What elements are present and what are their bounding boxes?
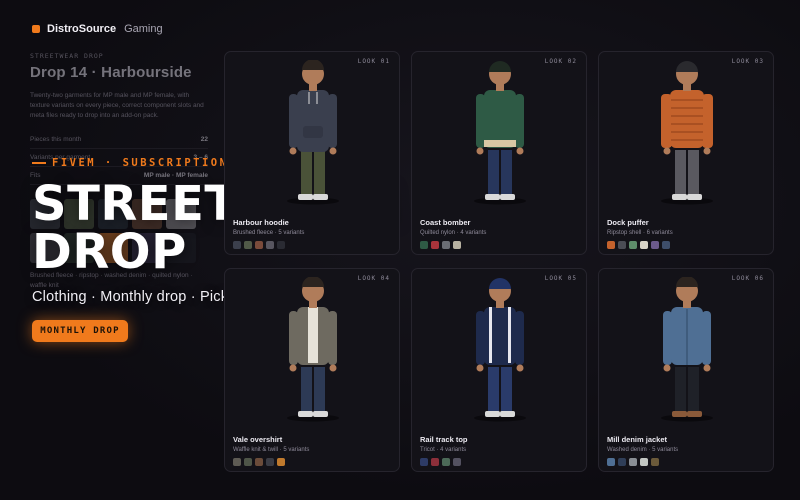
variant-swatch[interactable] [607, 458, 615, 466]
variant-swatch[interactable] [629, 458, 637, 466]
variant-swatches [420, 241, 461, 249]
variant-swatch[interactable] [431, 458, 439, 466]
variant-swatch[interactable] [651, 241, 659, 249]
variant-swatch[interactable] [442, 458, 450, 466]
garment-name: Rail track top [420, 435, 468, 444]
variant-swatch[interactable] [233, 241, 241, 249]
brand-logo-icon [32, 25, 40, 33]
stat-row: Pieces this month 22 [30, 131, 208, 149]
variant-swatch[interactable] [255, 458, 263, 466]
look-card[interactable]: LOOK 05 Rail track top Tricot · 4 variants [411, 268, 587, 472]
variant-swatch[interactable] [629, 241, 637, 249]
variant-swatch[interactable] [607, 241, 615, 249]
variant-swatch[interactable] [420, 458, 428, 466]
brand-header[interactable]: DistroSource Gaming [32, 23, 163, 35]
variant-swatches [420, 458, 461, 466]
look-card-grid: LOOK 01 Harbour hoodie Brushed fleece · 5 … [224, 51, 786, 472]
variant-swatch[interactable] [233, 458, 241, 466]
variant-swatch[interactable] [266, 241, 274, 249]
garment-details: Washed denim · 5 variants [607, 447, 679, 453]
variant-swatches [607, 241, 670, 249]
monthly-drop-button[interactable]: MONTHLY DROP [32, 320, 128, 342]
drop-eyebrow: STREETWEAR DROP [30, 52, 104, 60]
variant-swatch[interactable] [662, 241, 670, 249]
stat-label: Pieces this month [30, 136, 82, 143]
variant-swatch[interactable] [244, 458, 252, 466]
variant-swatch[interactable] [277, 458, 285, 466]
garment-details: Brushed fleece · 5 variants [233, 230, 305, 236]
variant-swatch[interactable] [618, 241, 626, 249]
drop-title: Drop 14 · Harbourside [30, 64, 192, 81]
variant-swatch[interactable] [420, 241, 428, 249]
variant-swatch[interactable] [453, 241, 461, 249]
variant-swatch[interactable] [640, 241, 648, 249]
look-card[interactable]: LOOK 06 Mill denim jacket Washed denim · 5… [598, 268, 774, 472]
garment-name: Mill denim jacket [607, 435, 668, 444]
garment-details: Waffle knit & twill · 5 variants [233, 447, 310, 453]
variant-swatch[interactable] [651, 458, 659, 466]
garment-name: Harbour hoodie [233, 218, 289, 227]
variant-swatch[interactable] [431, 241, 439, 249]
variant-swatches [233, 241, 285, 249]
variant-swatch[interactable] [244, 241, 252, 249]
variant-swatches [233, 458, 285, 466]
garment-details: Ripstop shell · 6 variants [607, 230, 673, 236]
variant-swatch[interactable] [266, 458, 274, 466]
garment-details: Tricot · 4 variants [420, 447, 467, 453]
variant-swatch[interactable] [640, 458, 648, 466]
variant-swatches [607, 458, 659, 466]
garment-name: Coast bomber [420, 218, 471, 227]
variant-swatch[interactable] [618, 458, 626, 466]
look-card[interactable]: LOOK 03 Dock puffer Ripstop shell · 6 vari… [598, 51, 774, 255]
variant-swatch[interactable] [453, 458, 461, 466]
brand-name: DistroSource [47, 23, 117, 35]
variant-swatch[interactable] [442, 241, 450, 249]
look-card[interactable]: LOOK 01 Harbour hoodie Brushed fleece · 5 … [224, 51, 400, 255]
look-card[interactable]: LOOK 04 Vale overshirt Waffle knit & twill… [224, 268, 400, 472]
garment-name: Vale overshirt [233, 435, 283, 444]
garment-name: Dock puffer [607, 218, 649, 227]
drop-description: Twenty-two garments for MP male and MP f… [30, 92, 204, 119]
stat-value: 22 [200, 136, 208, 143]
look-card[interactable]: LOOK 02 Coast bomber Quilted nylon · 4 var… [411, 51, 587, 255]
garment-details: Quilted nylon · 4 variants [420, 230, 487, 236]
brand-suffix: Gaming [124, 23, 163, 35]
overlay-tag: FIVEM · SUBSCRIPTION [32, 157, 228, 169]
variant-swatch[interactable] [277, 241, 285, 249]
variant-swatch[interactable] [255, 241, 263, 249]
